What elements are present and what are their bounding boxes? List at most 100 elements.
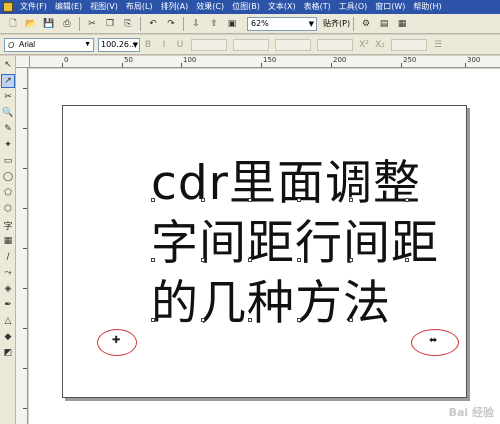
shape-tool-icon[interactable]: ↗ <box>1 74 15 88</box>
ruler-tick <box>122 63 123 67</box>
menu-help[interactable]: 帮助(H) <box>409 0 445 14</box>
font-family-select[interactable]: O Arial ▼ <box>4 37 94 52</box>
zoom-tool-icon[interactable]: 🔍 <box>1 106 15 120</box>
fill-tool-icon[interactable]: ◆ <box>1 330 15 344</box>
ruler-label: 300 <box>467 56 481 64</box>
rectangle-tool-icon[interactable]: ▭ <box>1 154 15 168</box>
new-icon[interactable]: 🗋 <box>6 17 20 31</box>
crop-tool-icon[interactable]: ✂ <box>1 90 15 104</box>
paste-icon[interactable]: ⎘ <box>121 17 135 31</box>
menu-effects[interactable]: 效果(C) <box>192 0 228 14</box>
subscript-icon[interactable]: X₂ <box>374 39 386 51</box>
menu-bitmaps[interactable]: 位图(B) <box>228 0 264 14</box>
basic-shapes-icon[interactable]: ⬡ <box>1 202 15 216</box>
font-icon: O <box>8 40 15 50</box>
menu-view[interactable]: 视图(V) <box>86 0 122 14</box>
interactive-fill-icon[interactable]: ◩ <box>1 346 15 360</box>
toolbox: ↖ ↗ ✂ 🔍 ✎ ✦ ▭ ◯ ⬠ ⬡ 字 ▦ ∕ ⤳ ◈ ✒ △ ◆ ◩ <box>0 56 16 424</box>
text-format-icon[interactable]: ☰ <box>432 39 444 51</box>
font-size-select[interactable]: 100.26... ▼ <box>98 37 140 52</box>
node-handle[interactable] <box>349 198 353 202</box>
zoom-level-select[interactable]: 62% ▼ <box>247 16 317 31</box>
menu-tools[interactable]: 工具(O) <box>335 0 372 14</box>
pick-tool-icon[interactable]: ↖ <box>1 58 15 72</box>
ruler-tick <box>181 63 182 67</box>
text-line-1[interactable]: cdr里面调整 <box>151 154 421 214</box>
node-handle[interactable] <box>201 318 205 322</box>
node-handle[interactable] <box>151 198 155 202</box>
node-handle[interactable] <box>297 198 301 202</box>
node-handle[interactable] <box>349 258 353 262</box>
ruler-tick <box>23 408 27 409</box>
italic-icon[interactable]: I <box>158 39 170 51</box>
node-handle[interactable] <box>151 258 155 262</box>
ruler-tick <box>23 168 27 169</box>
cut-icon[interactable]: ✂ <box>85 17 99 31</box>
vertical-ruler[interactable] <box>16 68 28 424</box>
undo-icon[interactable]: ↶ <box>146 17 160 31</box>
node-handle[interactable] <box>248 198 252 202</box>
node-handle[interactable] <box>405 198 409 202</box>
node-handle[interactable] <box>201 258 205 262</box>
open-icon[interactable]: 📂 <box>24 17 38 31</box>
node-handle[interactable] <box>248 318 252 322</box>
property-bar: O Arial ▼ 100.26... ▼ B I U X² X₂ ☰ <box>0 35 500 55</box>
snap-to-button[interactable]: 贴齐(P) <box>323 18 350 29</box>
bold-icon[interactable]: B <box>142 39 154 51</box>
menu-arrange[interactable]: 排列(A) <box>157 0 193 14</box>
node-handle[interactable] <box>349 318 353 322</box>
options-icon[interactable]: ⚙ <box>359 17 373 31</box>
node-handle[interactable] <box>201 198 205 202</box>
dimension-tool-icon[interactable]: ∕ <box>1 250 15 264</box>
superscript-icon[interactable]: X² <box>358 39 370 51</box>
node-handle[interactable] <box>405 258 409 262</box>
menu-table[interactable]: 表格(T) <box>300 0 335 14</box>
ruler-corner[interactable] <box>16 56 30 68</box>
save-icon[interactable]: 💾 <box>42 17 56 31</box>
view-mode-icon[interactable]: ▤ <box>377 17 391 31</box>
connector-tool-icon[interactable]: ⤳ <box>1 266 15 280</box>
chevron-down-icon: ▼ <box>308 19 314 28</box>
copy-icon[interactable]: ❐ <box>103 17 117 31</box>
node-handle[interactable] <box>151 318 155 322</box>
horizontal-ruler[interactable]: 0 50 100 150 200 250 300 <box>30 56 500 68</box>
text-tool-icon[interactable]: 字 <box>1 218 15 232</box>
menu-text[interactable]: 文本(X) <box>264 0 300 14</box>
menu-file[interactable]: 文件(F) <box>16 0 51 14</box>
disabled-field <box>191 38 227 51</box>
ruler-tick <box>23 88 27 89</box>
freehand-tool-icon[interactable]: ✎ <box>1 122 15 136</box>
toolbar-divider <box>353 16 355 31</box>
menu-window[interactable]: 窗口(W) <box>371 0 409 14</box>
menu-layout[interactable]: 布局(L) <box>122 0 157 14</box>
redo-icon[interactable]: ↷ <box>164 17 178 31</box>
toolbar-divider <box>183 16 184 31</box>
eyedropper-tool-icon[interactable]: ✒ <box>1 298 15 312</box>
underline-icon[interactable]: U <box>174 39 186 51</box>
document-page[interactable]: cdr里面调整 字间距行间距 的几种方法 ✚ ⬌ <box>62 105 467 398</box>
node-handle[interactable] <box>248 258 252 262</box>
view-mode-icon[interactable]: ▦ <box>395 17 409 31</box>
ruler-label: 150 <box>263 56 277 64</box>
node-handle[interactable] <box>297 318 301 322</box>
text-line-2[interactable]: 字间距行间距 <box>151 214 439 274</box>
menu-edit[interactable]: 编辑(E) <box>51 0 86 14</box>
smart-fill-icon[interactable]: ✦ <box>1 138 15 152</box>
ruler-label: 200 <box>333 56 347 64</box>
blend-tool-icon[interactable]: ◈ <box>1 282 15 296</box>
import-icon[interactable]: ⇩ <box>189 17 203 31</box>
ruler-tick <box>261 63 262 67</box>
outline-tool-icon[interactable]: △ <box>1 314 15 328</box>
app-logo-icon <box>3 2 13 12</box>
ruler-tick <box>23 328 27 329</box>
table-tool-icon[interactable]: ▦ <box>1 234 15 248</box>
text-line-3[interactable]: 的几种方法 <box>151 274 391 334</box>
node-handle[interactable] <box>297 258 301 262</box>
application-launcher-icon[interactable]: ▣ <box>225 17 239 31</box>
print-icon[interactable]: ⎙ <box>60 17 74 31</box>
ellipse-tool-icon[interactable]: ◯ <box>1 170 15 184</box>
polygon-tool-icon[interactable]: ⬠ <box>1 186 15 200</box>
toolbar-divider <box>140 16 141 31</box>
drawing-canvas[interactable]: cdr里面调整 字间距行间距 的几种方法 ✚ ⬌ Bai 经验 <box>29 69 500 424</box>
export-icon[interactable]: ⇧ <box>207 17 221 31</box>
